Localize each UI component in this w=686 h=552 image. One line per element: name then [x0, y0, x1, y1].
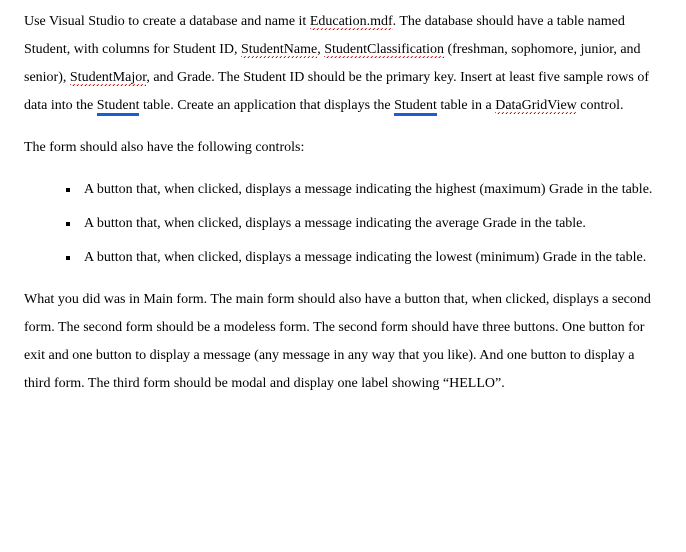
paragraph-3: What you did was in Main form. The main …: [24, 286, 662, 398]
text: control.: [577, 98, 624, 113]
grammar-word: Student: [97, 98, 140, 114]
spellcheck-word: StudentMajor: [70, 70, 146, 86]
text: table in a: [437, 98, 495, 113]
text: A button that, when clicked, displays a …: [84, 216, 586, 231]
paragraph-1: Use Visual Studio to create a database a…: [24, 8, 662, 120]
spellcheck-word: StudentName: [241, 42, 317, 58]
bullet-list: A button that, when clicked, displays a …: [24, 176, 662, 272]
text: The form should also have the following …: [24, 140, 304, 155]
spellcheck-word: DataGridView: [495, 98, 577, 114]
list-item: A button that, when clicked, displays a …: [80, 210, 662, 238]
paragraph-2: The form should also have the following …: [24, 134, 662, 162]
spellcheck-word: StudentClassification: [324, 42, 444, 58]
list-item: A button that, when clicked, displays a …: [80, 176, 662, 204]
spellcheck-word: Education.mdf: [310, 14, 393, 30]
text: A button that, when clicked, displays a …: [84, 182, 652, 197]
text: Use Visual Studio to create a database a…: [24, 14, 310, 29]
grammar-word: Student: [394, 98, 437, 114]
document-body: Use Visual Studio to create a database a…: [0, 0, 686, 428]
text: What you did was in Main form. The main …: [24, 292, 651, 391]
list-item: A button that, when clicked, displays a …: [80, 244, 662, 272]
text: table. Create an application that displa…: [139, 98, 394, 113]
text: A button that, when clicked, displays a …: [84, 250, 646, 265]
